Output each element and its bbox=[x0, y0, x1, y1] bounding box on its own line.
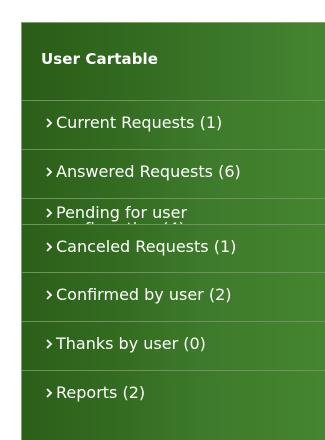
chevron-right-icon bbox=[46, 242, 53, 252]
menu-item-label: Answered Requests (6) bbox=[56, 162, 241, 181]
panel-header: User Cartable bbox=[22, 23, 325, 100]
menu-item-reports[interactable]: Reports (2) bbox=[22, 370, 325, 419]
chevron-right-icon bbox=[46, 118, 53, 128]
menu-item-thanks-by-user[interactable]: Thanks by user (0) bbox=[22, 321, 325, 370]
menu-item-canceled-requests[interactable]: Canceled Requests (1) bbox=[22, 224, 325, 272]
chevron-right-icon bbox=[46, 208, 53, 218]
menu-item-label: Canceled Requests (1) bbox=[56, 237, 237, 256]
chevron-right-icon bbox=[46, 388, 53, 398]
user-cartable-panel: User Cartable Current Requests (1) Answe… bbox=[21, 22, 325, 440]
chevron-right-icon bbox=[46, 290, 53, 300]
menu-item-label: Thanks by user (0) bbox=[56, 334, 206, 353]
menu-item-label: Current Requests (1) bbox=[56, 113, 223, 132]
menu-item-label: Pending for user confirmation (4) bbox=[56, 203, 188, 225]
menu-item-label: Confirmed by user (2) bbox=[56, 285, 232, 304]
menu-item-confirmed-by-user[interactable]: Confirmed by user (2) bbox=[22, 272, 325, 321]
menu-item-answered-requests[interactable]: Answered Requests (6) bbox=[22, 149, 325, 198]
panel-title: User Cartable bbox=[41, 50, 159, 68]
menu-item-pending-confirmation[interactable]: Pending for user confirmation (4) bbox=[22, 198, 325, 224]
cartable-menu: Current Requests (1) Answered Requests (… bbox=[22, 100, 325, 419]
menu-item-label: Reports (2) bbox=[56, 383, 146, 402]
chevron-right-icon bbox=[46, 167, 53, 177]
chevron-right-icon bbox=[46, 339, 53, 349]
menu-item-current-requests[interactable]: Current Requests (1) bbox=[22, 100, 325, 149]
